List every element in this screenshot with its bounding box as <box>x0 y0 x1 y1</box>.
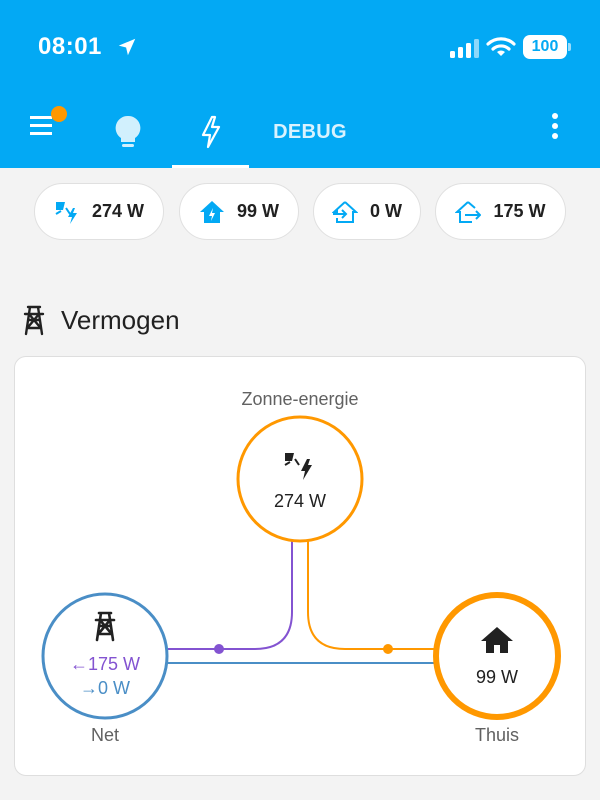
status-time: 08:01 <box>38 33 102 60</box>
home-import-icon <box>331 200 358 223</box>
flow-line-solar-to-grid <box>167 539 293 650</box>
lightning-bolt-icon <box>201 115 220 149</box>
grid-label: Net <box>90 725 119 745</box>
home-value: 99 W <box>475 667 518 687</box>
more-options-icon[interactable] <box>540 104 570 148</box>
chip-solar-value: 274 W <box>91 201 145 221</box>
battery-indicator: 100 <box>523 35 571 59</box>
solar-power-icon <box>55 201 77 224</box>
chip-export-value: 175 W <box>493 201 546 221</box>
flow-line-solar-to-home <box>307 539 434 650</box>
solar-label: Zonne-energie <box>241 389 359 409</box>
power-flow-diagram <box>41 415 561 720</box>
tab-debug[interactable]: DEBUG <box>260 96 360 168</box>
tab-lights[interactable] <box>96 96 160 168</box>
tab-energy[interactable] <box>172 96 249 168</box>
grid-import-value: ←175 W <box>69 654 141 674</box>
section-title: Vermogen <box>61 305 180 335</box>
solar-value: 274 W <box>273 491 327 511</box>
power-flow-card: Zonne-energie 274 W ←175 W →0 W Net 99 W… <box>14 356 586 776</box>
home-label: Thuis <box>474 725 519 745</box>
transmission-tower-icon <box>23 305 45 336</box>
active-tab-indicator <box>172 165 249 168</box>
home-node <box>433 592 561 720</box>
cellular-signal-icon <box>450 39 479 58</box>
menu-button[interactable] <box>24 104 72 148</box>
chip-grid-export[interactable]: 175 W <box>435 183 566 240</box>
lightbulb-icon <box>115 115 141 147</box>
chip-home-value: 99 W <box>236 201 279 221</box>
chip-import-value: 0 W <box>369 201 402 221</box>
grid-export-value: →0 W <box>79 678 130 698</box>
flow-dot-solar-to-grid <box>214 644 224 654</box>
chip-grid-import[interactable]: 0 W <box>313 183 421 240</box>
chip-home-consumption[interactable]: 99 W <box>179 183 299 240</box>
flow-dot-solar-to-home <box>383 644 393 654</box>
solar-node <box>236 415 364 543</box>
wifi-icon <box>486 37 516 56</box>
chip-solar-power[interactable]: 274 W <box>34 183 164 240</box>
location-arrow-icon <box>118 38 136 56</box>
battery-tip <box>568 43 571 51</box>
battery-level: 100 <box>523 35 567 59</box>
notification-badge <box>51 106 67 122</box>
home-export-icon <box>455 200 482 223</box>
home-lightning-icon <box>199 200 224 223</box>
app-header: 08:01 100 DEBUG <box>0 0 600 168</box>
